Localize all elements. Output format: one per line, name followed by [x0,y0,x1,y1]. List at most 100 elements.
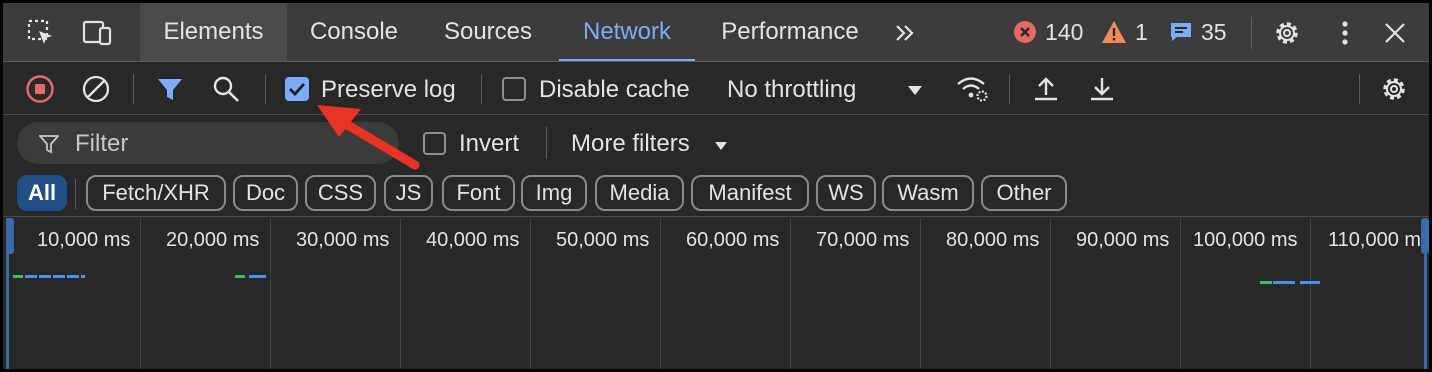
type-filter-font[interactable]: Font [442,175,515,211]
filter-toggle-button[interactable] [153,72,187,106]
tab-console-label: Console [309,18,399,45]
device-toolbar-icon[interactable] [81,17,113,49]
timeline-right-handle[interactable] [1421,218,1429,254]
request-bar [249,275,266,278]
request-bar [1260,281,1272,284]
timeline-left-handle[interactable] [6,218,14,254]
type-filter-all[interactable]: All [17,175,67,211]
record-icon [26,75,54,103]
timeline-tick-label: 30,000 ms [296,229,390,251]
clear-button[interactable] [79,72,113,106]
request-bar [13,275,23,278]
invert-checkbox[interactable] [423,132,446,155]
export-har-button[interactable] [1085,72,1119,106]
warnings-counter[interactable]: 1 [1101,17,1148,47]
tab-console[interactable]: Console [293,3,415,61]
tab-sources[interactable]: Sources [427,3,549,61]
timeline-tick-label: 10,000 ms [37,229,131,251]
more-tabs-icon[interactable] [889,17,921,49]
messages-counter[interactable]: 35 [1169,17,1227,47]
timeline-tick-label: 100,000 ms [1193,229,1298,251]
type-filter-media[interactable]: Media [595,175,684,211]
chevron-down-icon [908,86,922,95]
settings-icon[interactable] [1271,17,1303,49]
network-conditions-button[interactable] [955,72,989,106]
message-icon [1169,20,1193,44]
request-bar [1300,281,1320,284]
chip-label: WS [828,180,864,205]
kebab-menu-icon[interactable] [1329,17,1361,49]
close-icon[interactable] [1379,17,1411,49]
more-filters-dropdown[interactable]: More filters [569,125,737,161]
resource-type-filters: All Fetch/XHR Doc CSS JS Font Img Media … [3,171,1429,217]
request-bar [25,275,85,278]
chip-label: Doc [245,180,286,205]
timeline-gridline [660,218,661,369]
timeline-gridline [790,218,791,369]
upload-icon [1035,77,1057,101]
type-filter-css[interactable]: CSS [305,175,376,211]
type-filter-img[interactable]: Img [521,175,587,211]
timeline-tick-label: 60,000 ms [686,229,780,251]
filter-placeholder: Filter [75,130,129,157]
errors-counter[interactable]: 140 [1013,17,1083,47]
chevron-down-icon [715,142,727,150]
filter-icon [158,79,182,100]
warning-icon [1101,20,1127,44]
chip-label: JS [395,180,422,205]
tabbar-divider [1251,17,1252,49]
tab-performance[interactable]: Performance [705,3,875,61]
search-button[interactable] [209,72,243,106]
toolbar-divider [481,74,482,104]
timeline-tick-label: 90,000 ms [1076,229,1170,251]
tab-performance-label: Performance [721,18,859,45]
timeline-gridline [270,218,271,369]
inspect-element-icon[interactable] [25,17,57,49]
clear-icon [82,75,110,103]
filter-row: Filter Invert More filters [3,115,1429,171]
type-filter-manifest[interactable]: Manifest [691,175,809,211]
disable-cache-label[interactable]: Disable cache [539,76,690,104]
search-icon [213,76,239,102]
throttling-select[interactable]: No throttling [725,72,931,106]
more-filters-label: More filters [571,130,690,157]
disable-cache-checkbox[interactable] [502,77,526,101]
timeline-tick-label: 20,000 ms [166,229,260,251]
type-filter-fetch-xhr[interactable]: Fetch/XHR [86,175,226,211]
warnings-count: 1 [1135,18,1148,45]
type-filter-ws[interactable]: WS [816,175,876,211]
timeline-tick-label: 40,000 ms [426,229,520,251]
network-overview-timeline[interactable]: 10,000 ms 20,000 ms 30,000 ms 40,000 ms … [3,218,1429,369]
timeline-gridline [1310,218,1311,369]
chip-label: All [27,180,57,205]
chip-label: Font [456,180,501,205]
network-settings-button[interactable] [1377,72,1411,106]
wifi-settings-icon [957,77,988,102]
filter-icon [39,135,59,154]
chip-label: Wasm [897,180,959,205]
timeline-tick-label: 50,000 ms [556,229,650,251]
stop-recording-button[interactable] [23,72,57,106]
timeline-tick-label: 80,000 ms [946,229,1040,251]
annotation-arrow [317,105,420,170]
type-filter-doc[interactable]: Doc [233,175,298,211]
tab-elements[interactable]: Elements [140,3,287,61]
devtools-window: Elements Console Sources Network Perform… [0,0,1432,372]
timeline-gridline [400,218,401,369]
timeline-gridline [920,218,921,369]
import-har-button[interactable] [1029,72,1063,106]
chip-label: Other [996,180,1052,205]
invert-label[interactable]: Invert [459,130,519,158]
type-filter-wasm[interactable]: Wasm [882,175,974,211]
chip-label: CSS [317,180,364,205]
chip-label: Fetch/XHR [102,180,210,205]
tab-network[interactable]: Network [559,3,695,61]
devtools-tab-bar: Elements Console Sources Network Perform… [3,3,1429,62]
filter-divider [546,127,547,159]
chip-label: Img [535,180,573,205]
type-filter-other[interactable]: Other [981,175,1067,211]
type-filter-js[interactable]: JS [384,175,433,211]
chip-label: Manifest [708,180,792,205]
throttling-value: No throttling [727,76,857,103]
timeline-tick-label: 70,000 ms [816,229,910,251]
